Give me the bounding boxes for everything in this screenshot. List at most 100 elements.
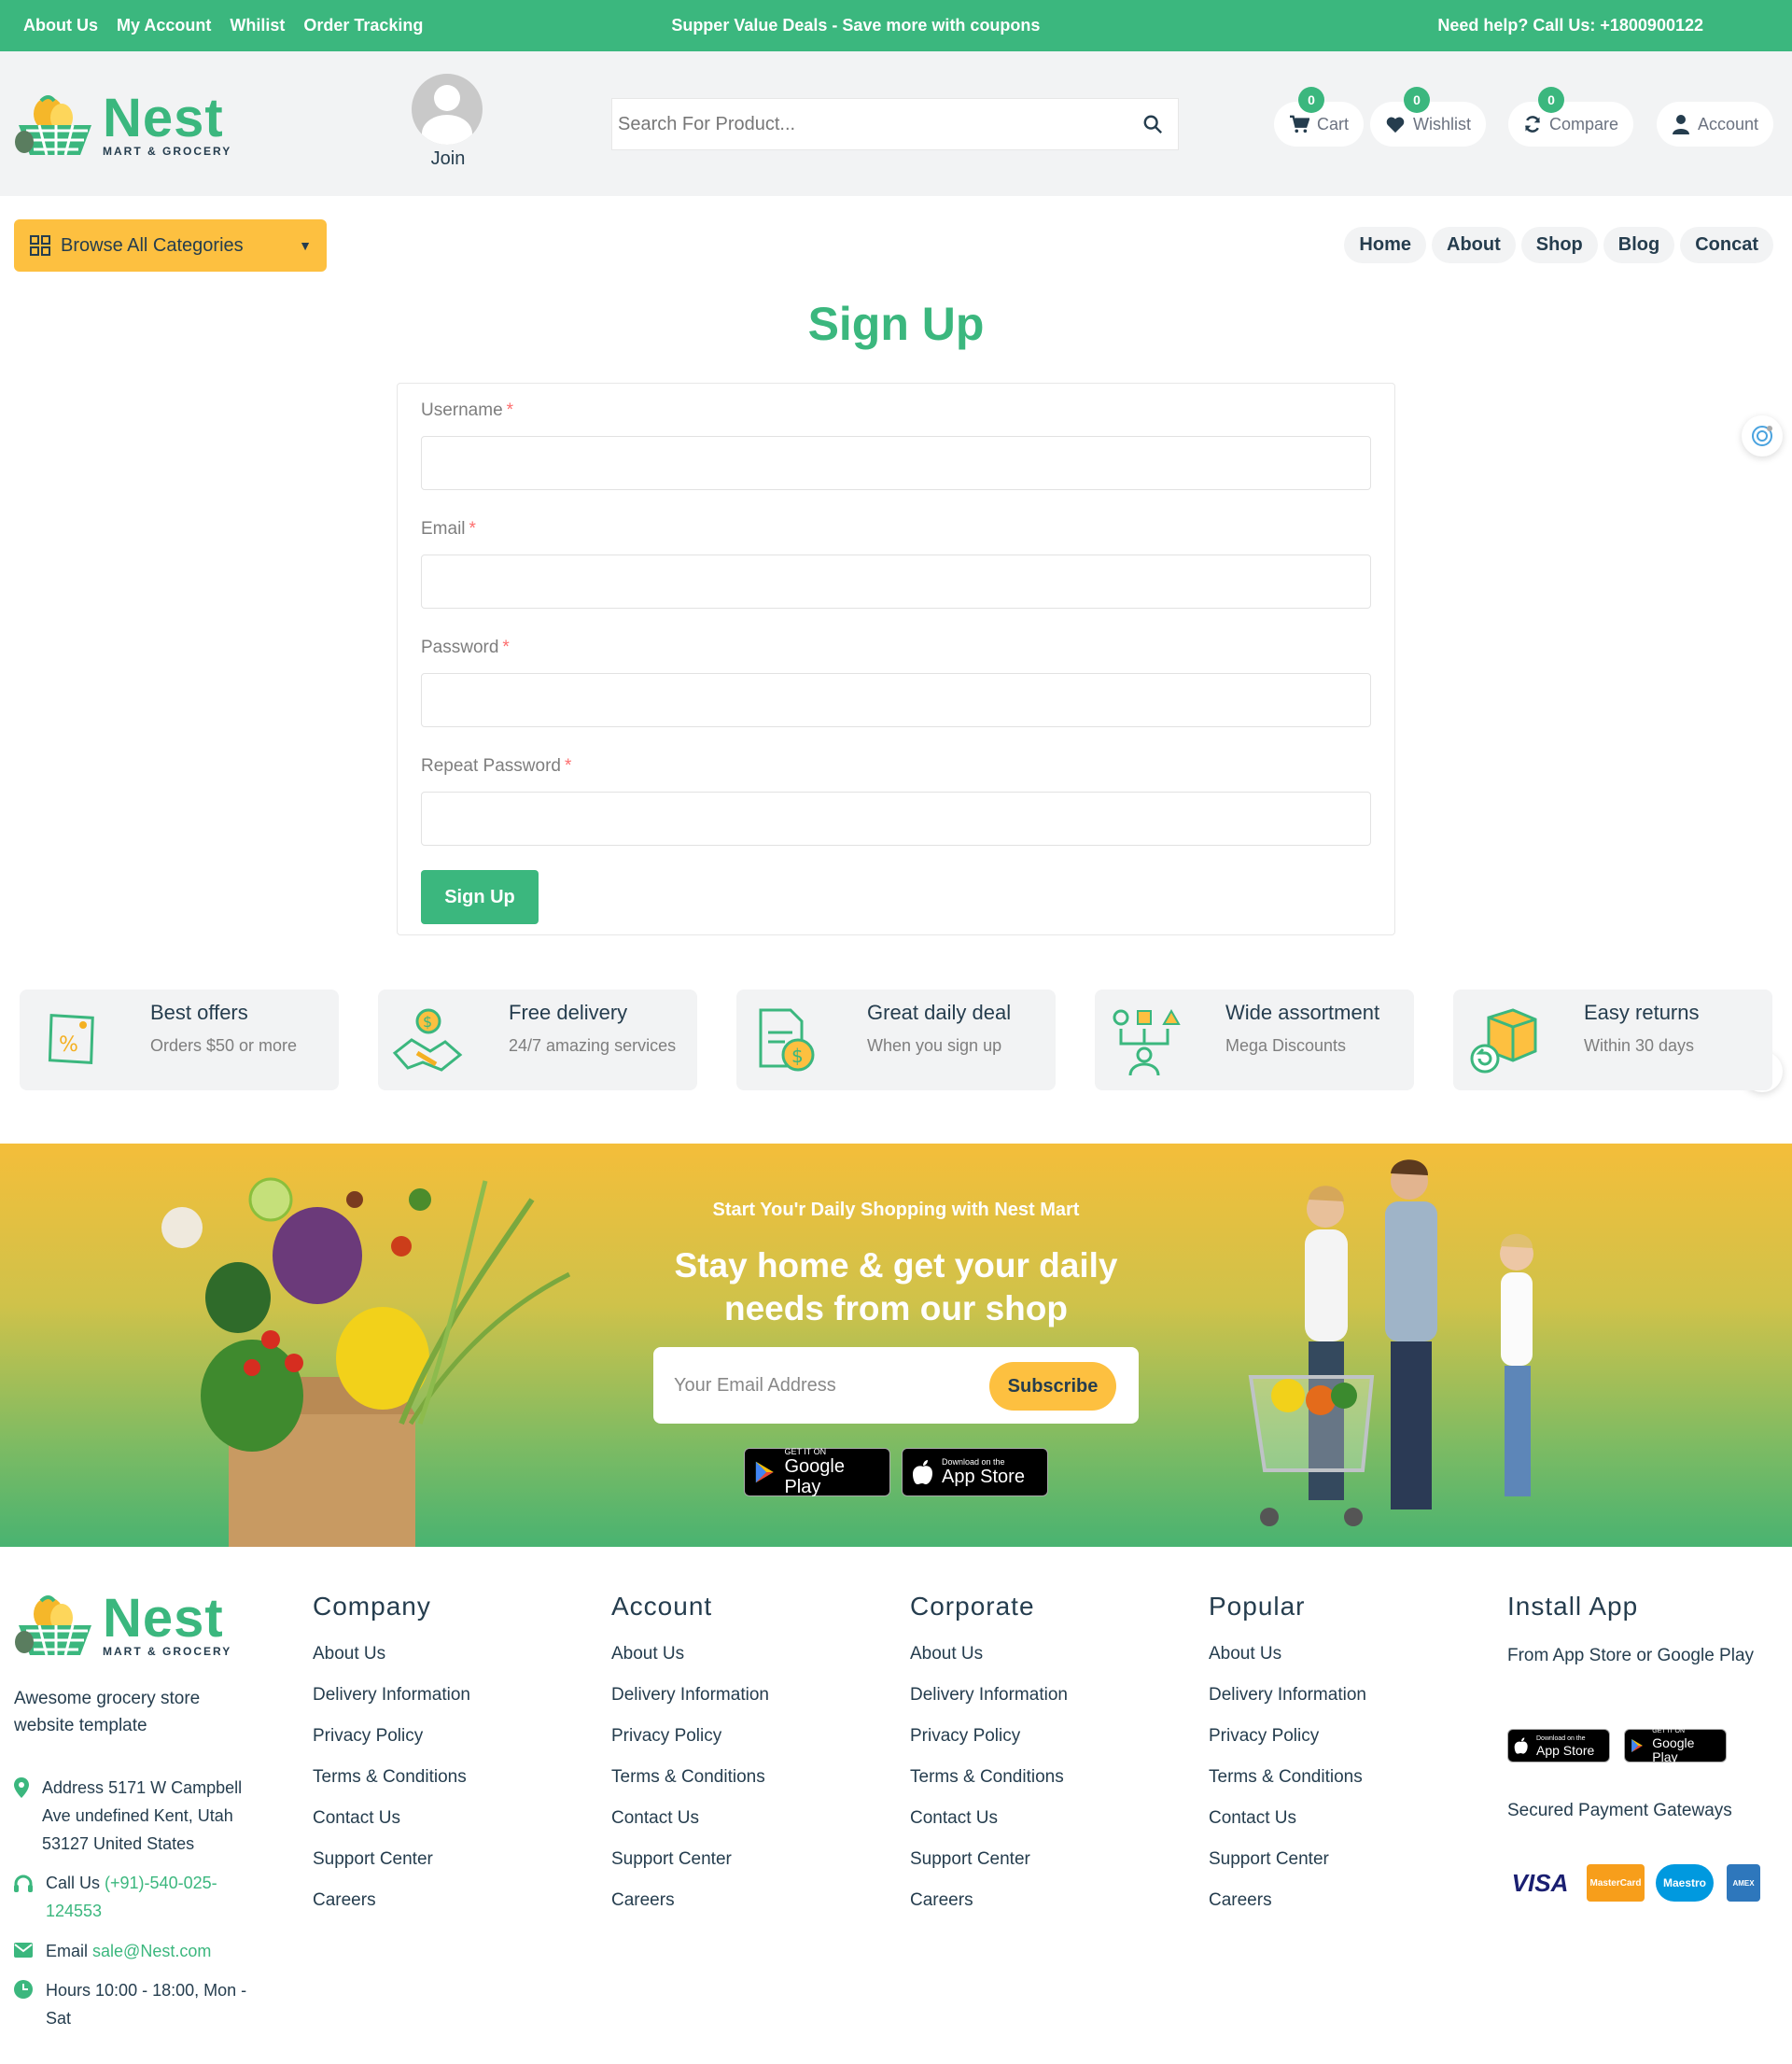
map-pin-icon	[14, 1777, 29, 1798]
footer-description: Awesome grocery store website template	[14, 1689, 201, 1735]
footer-column-title: Popular	[1209, 1592, 1306, 1621]
compare-count-badge: 0	[1538, 87, 1564, 113]
footer-link[interactable]: Contact Us	[611, 1806, 769, 1830]
footer-link[interactable]: About Us	[1209, 1642, 1366, 1665]
footer-google-play-badge[interactable]: GET IT ON Google Play	[1624, 1728, 1727, 1764]
feature-subtitle: Mega Discounts	[1225, 1036, 1347, 1055]
nav-blog[interactable]: Blog	[1603, 227, 1675, 263]
join-link[interactable]: Join	[412, 74, 484, 170]
install-text: From App Store or Google Play	[1507, 1646, 1755, 1665]
footer-link[interactable]: Careers	[910, 1888, 1068, 1912]
logo-tagline: MART & GROCERY	[103, 145, 232, 158]
signup-submit-button[interactable]: Sign Up	[421, 870, 539, 924]
top-link-wishlist[interactable]: Whilist	[230, 16, 285, 35]
top-bar: About Us My Account Whilist Order Tracki…	[0, 0, 1792, 51]
cart-count-badge: 0	[1298, 87, 1324, 113]
svg-text:$: $	[791, 1045, 804, 1067]
basket-logo-icon	[15, 95, 91, 156]
footer-link[interactable]: Delivery Information	[313, 1683, 470, 1706]
logo-brand: Nest	[103, 1588, 224, 1649]
footer-column-title: Account	[611, 1592, 713, 1621]
app-store-badge[interactable]: Download on the App Store	[902, 1448, 1048, 1496]
google-play-badge[interactable]: GET IT ON Google Play	[744, 1447, 890, 1497]
email-label: Email *	[421, 519, 476, 539]
nav-contact[interactable]: Concat	[1680, 227, 1773, 263]
price-tag-icon: %	[48, 1014, 94, 1064]
footer-link[interactable]: Contact Us	[1209, 1806, 1366, 1830]
footer-link[interactable]: About Us	[910, 1642, 1068, 1665]
feature-title: Free delivery	[509, 1001, 628, 1024]
footer-link[interactable]: Privacy Policy	[910, 1724, 1068, 1748]
visa-card-icon: VISA	[1511, 1868, 1569, 1897]
feature-card: $ Great daily deal When you sign up	[736, 990, 1056, 1090]
assistant-widget-icon[interactable]	[1742, 415, 1783, 456]
nav-about[interactable]: About	[1432, 227, 1516, 263]
footer-email-link[interactable]: sale@Nest.com	[92, 1942, 211, 1960]
footer-column-install: Install App From App Store or Google Pla…	[1507, 1592, 1759, 1669]
feature-subtitle: Within 30 days	[1584, 1036, 1695, 1055]
footer-link[interactable]: Privacy Policy	[313, 1724, 470, 1748]
feature-card: Wide assortment Mega Discounts	[1095, 990, 1414, 1090]
basket-logo-icon	[15, 1595, 91, 1656]
footer-link[interactable]: Support Center	[1209, 1847, 1366, 1871]
footer-link[interactable]: Careers	[611, 1888, 769, 1912]
footer-column-title: Company	[313, 1592, 431, 1621]
apple-icon	[1514, 1737, 1528, 1754]
wishlist-button[interactable]: 0 Wishlist	[1370, 87, 1486, 147]
nav-home[interactable]: Home	[1344, 227, 1426, 263]
feature-title: Great daily deal	[867, 1001, 1012, 1024]
top-link-my-account[interactable]: My Account	[117, 16, 211, 35]
logo[interactable]: Nest MART & GROCERY	[13, 91, 232, 159]
footer-column-title: Corporate	[910, 1592, 1035, 1621]
feature-subtitle: 24/7 amazing services	[509, 1036, 677, 1055]
footer-link[interactable]: Privacy Policy	[611, 1724, 769, 1748]
wishlist-count-badge: 0	[1404, 87, 1430, 113]
footer-column-corporate: Corporate About Us Delivery Information …	[910, 1592, 1068, 1930]
mastercard-icon: MasterCard	[1587, 1864, 1645, 1902]
footer-link[interactable]: Careers	[1209, 1888, 1366, 1912]
heart-icon	[1386, 117, 1405, 133]
top-link-about[interactable]: About Us	[23, 16, 98, 35]
footer-link[interactable]: Terms & Conditions	[313, 1765, 470, 1789]
search-input[interactable]	[618, 113, 1142, 135]
footer-link[interactable]: Support Center	[313, 1847, 470, 1871]
repeat-password-field[interactable]	[421, 792, 1371, 846]
footer-link[interactable]: About Us	[313, 1642, 470, 1665]
footer-link[interactable]: Privacy Policy	[1209, 1724, 1366, 1748]
footer-link[interactable]: Careers	[313, 1888, 470, 1912]
footer-link[interactable]: About Us	[611, 1642, 769, 1665]
footer-link[interactable]: Terms & Conditions	[1209, 1765, 1366, 1789]
browse-categories-button[interactable]: Browse All Categories ▼	[14, 219, 327, 272]
compare-label: Compare	[1549, 114, 1619, 133]
footer-link[interactable]: Contact Us	[313, 1806, 470, 1830]
grid-icon	[30, 235, 50, 256]
username-field[interactable]	[421, 436, 1371, 490]
logo-tagline: MART & GROCERY	[103, 1645, 232, 1658]
account-button[interactable]: Account	[1657, 102, 1774, 147]
nav-shop[interactable]: Shop	[1520, 227, 1598, 263]
footer-link[interactable]: Delivery Information	[1209, 1683, 1366, 1706]
footer-link[interactable]: Delivery Information	[611, 1683, 769, 1706]
footer-link[interactable]: Terms & Conditions	[611, 1765, 769, 1789]
subscribe-button[interactable]: Subscribe	[989, 1362, 1116, 1411]
signup-form: Username * Email * Password * Repeat Passwo…	[397, 383, 1395, 935]
search-icon[interactable]	[1142, 114, 1163, 134]
password-field[interactable]	[421, 673, 1371, 727]
email-field[interactable]	[421, 555, 1371, 609]
newsletter-email-input[interactable]	[674, 1366, 954, 1405]
footer-link[interactable]: Support Center	[910, 1847, 1068, 1871]
footer-link[interactable]: Terms & Conditions	[910, 1765, 1068, 1789]
footer-link[interactable]: Delivery Information	[910, 1683, 1068, 1706]
main-nav: Home About Shop Blog Concat	[1344, 227, 1773, 263]
footer-logo[interactable]: Nest MART & GROCERY	[13, 1588, 232, 1659]
top-link-order-tracking[interactable]: Order Tracking	[303, 16, 423, 35]
compare-button[interactable]: 0 Compare	[1508, 87, 1634, 147]
footer-column-popular: Popular About Us Delivery Information Pr…	[1209, 1592, 1366, 1930]
apple-icon	[913, 1460, 932, 1484]
feature-subtitle: When you sign up	[867, 1036, 1002, 1055]
google-play-icon	[1631, 1738, 1643, 1753]
cart-button[interactable]: 0 Cart	[1274, 87, 1365, 147]
footer-link[interactable]: Support Center	[611, 1847, 769, 1871]
footer-app-store-badge[interactable]: Download on the App Store	[1507, 1729, 1610, 1762]
footer-link[interactable]: Contact Us	[910, 1806, 1068, 1830]
